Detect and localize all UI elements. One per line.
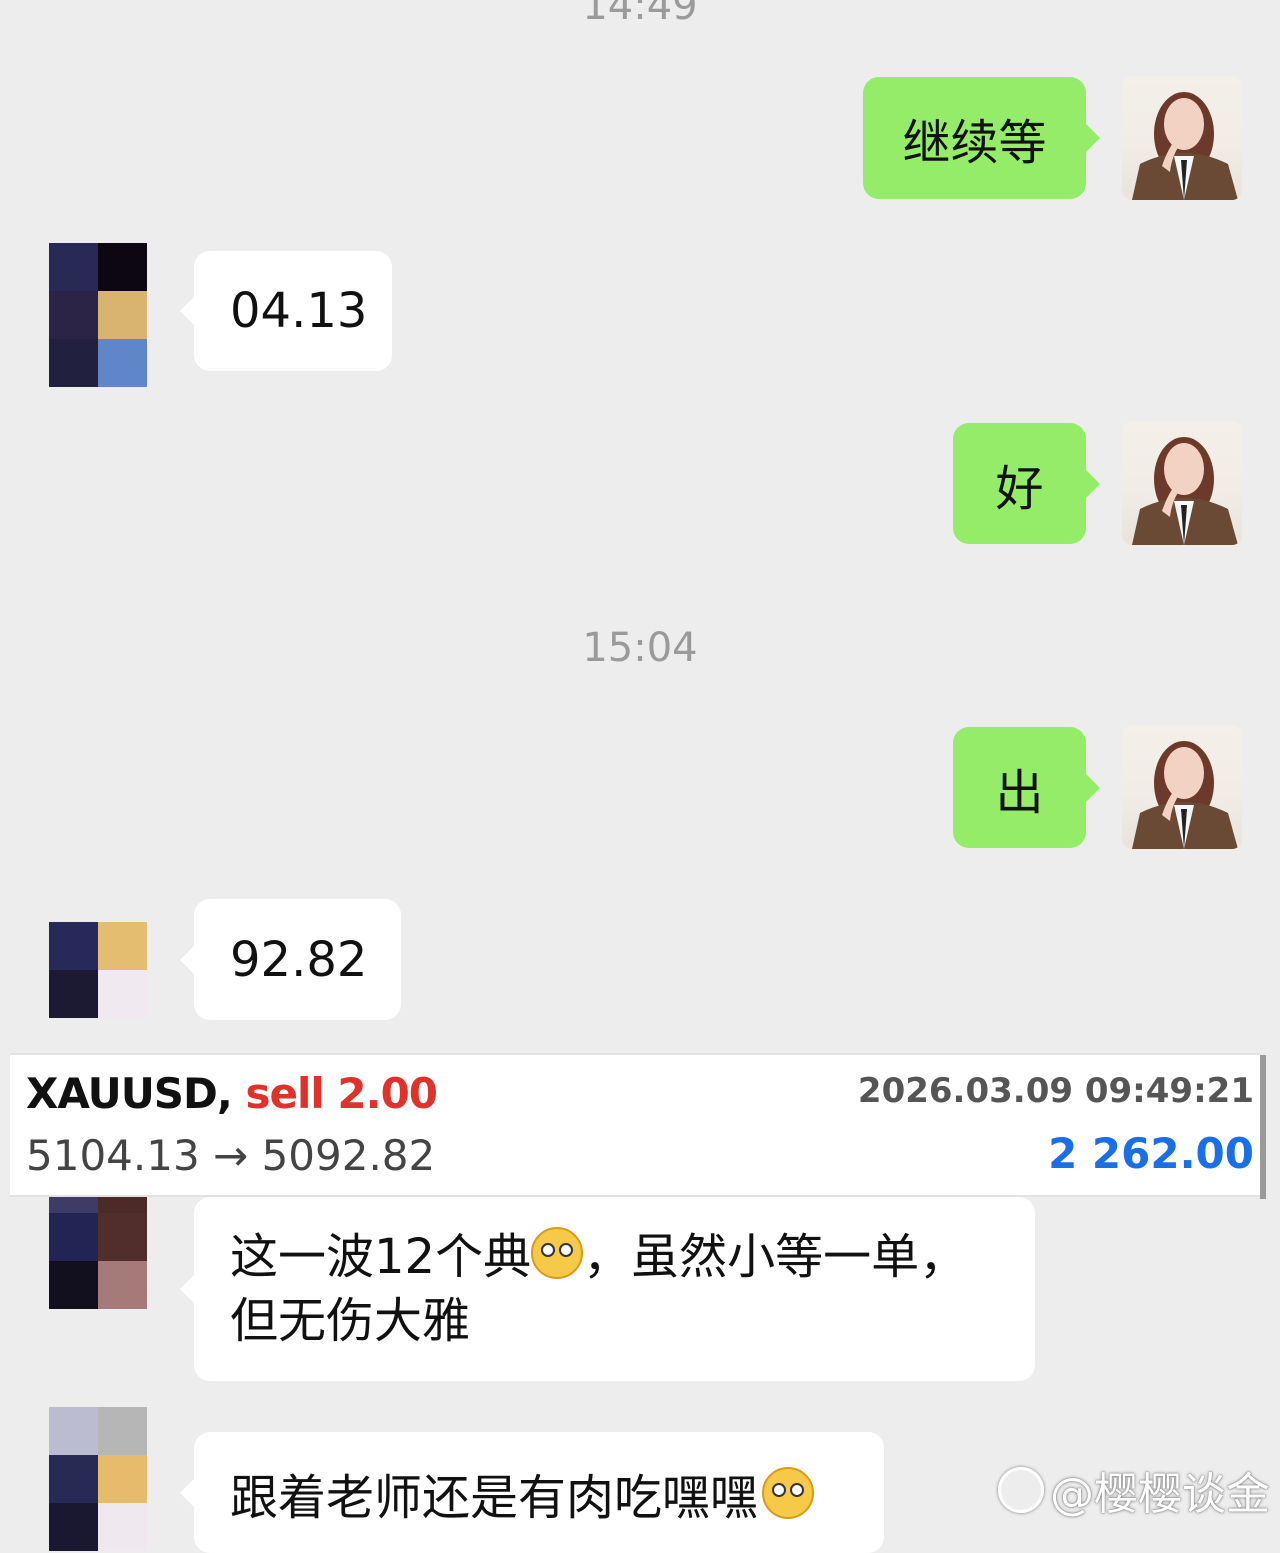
contact-avatar[interactable] [49,1197,147,1309]
my-avatar[interactable] [1122,421,1242,545]
contact-avatar[interactable] [49,922,147,1018]
avatar-tile [49,339,98,387]
avatar-tile [98,339,147,387]
message-text: 92.82 [230,931,368,988]
message-text-line: 但无伤大雅 [230,1293,471,1349]
avatar-tile [49,243,98,291]
avatar-tile [98,1407,147,1455]
watermark-text: @樱樱谈金 [1050,1469,1270,1520]
contact-avatar[interactable] [49,243,147,389]
avatar-tile [49,1197,98,1213]
avatar-tile [98,970,147,1018]
avatar-tile [98,1197,147,1213]
trade-side: sell 2.00 [245,1069,439,1118]
avatar-tile [49,1407,98,1455]
message-bubble[interactable]: 跟着老师还是有肉吃嘿嘿 [180,1432,884,1553]
message-text: 04.13 [230,283,368,339]
trade-symbol: XAUUSD, sell 2.00 [26,1069,439,1118]
message-bubble[interactable]: 92.82 [180,899,401,1020]
scrollbar[interactable] [1260,1055,1266,1199]
trade-prices: 5104.13 → 5092.82 [26,1131,436,1180]
message-text: 这一波12个典 ，虽然小等一单， 但无伤大雅 [230,1225,967,1353]
message-bubble[interactable]: 出 [953,727,1100,848]
avatar-tile [49,1455,98,1503]
avatar-tile [98,1213,147,1261]
timestamp-1504: 15:04 [582,625,698,671]
message-text-part: 这一波12个典 [230,1229,532,1285]
my-avatar[interactable] [1122,725,1242,849]
trade-profit: 2 262.00 [1048,1129,1254,1178]
portrait-icon [1132,741,1238,849]
trade-datetime: 2026.03.09 09:49:21 [857,1071,1254,1111]
message-text: 好 [995,460,1044,517]
contact-avatar[interactable] [49,1407,147,1553]
avatar-tile [49,1261,98,1309]
message-bubble[interactable]: 继续等 [863,77,1100,199]
message-bubble[interactable]: 好 [953,423,1100,544]
message-bubble[interactable]: 这一波12个典 ，虽然小等一单， 但无伤大雅 [180,1197,1035,1381]
portrait-icon [1132,92,1238,200]
message-text: 继续等 [902,115,1047,171]
trade-symbol-name: XAUUSD, [26,1069,233,1118]
trade-record-card: XAUUSD, sell 2.00 2026.03.09 09:49:21 51… [10,1053,1266,1199]
avatar-tile [49,970,98,1018]
flushed-emoji-icon [762,1466,815,1519]
timestamp-1449: 14:49 [582,0,698,29]
avatar-tile [49,291,98,339]
avatar-tile [98,922,147,970]
avatar-tile [49,922,98,970]
message-bubble[interactable]: 04.13 [180,251,392,371]
watermark: @樱樱谈金 [998,1458,1270,1522]
portrait-icon [1132,437,1238,545]
message-text: 跟着老师还是有肉吃嘿嘿 [230,1469,759,1526]
avatar-tile [98,1261,147,1309]
message-text-part: ，虽然小等一单， [583,1229,968,1285]
flushed-emoji-icon [531,1227,584,1279]
avatar-tile [98,1455,147,1503]
avatar-tile [49,1503,98,1551]
avatar-tile [98,1503,147,1551]
avatar-tile [49,1213,98,1261]
avatar-tile [98,243,147,291]
avatar-tile [98,291,147,339]
weibo-logo-icon [998,1467,1044,1513]
my-avatar[interactable] [1122,76,1242,200]
message-text: 出 [995,764,1044,821]
